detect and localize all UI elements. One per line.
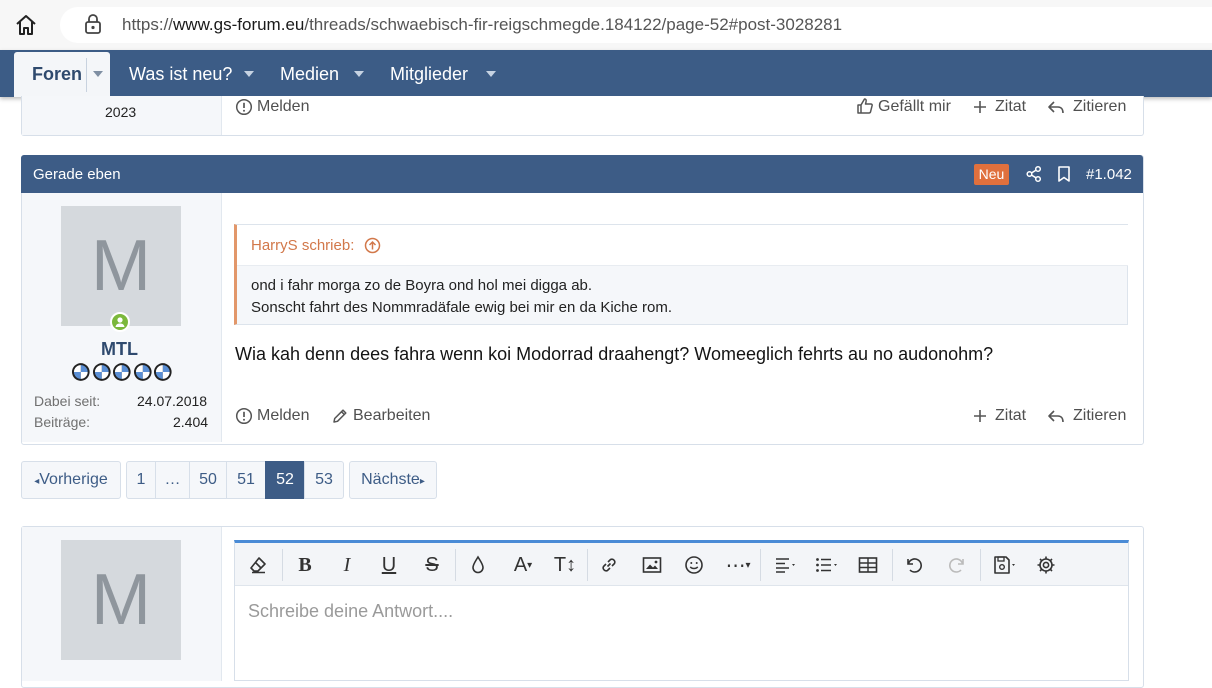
- bookmark-icon[interactable]: [1055, 165, 1073, 183]
- quote-line: ond i fahr morga zo de Boyra ond hol mei…: [251, 277, 593, 294]
- rank-badge-icon: [71, 363, 90, 381]
- reply-input[interactable]: Schreibe deine Antwort....: [248, 601, 453, 622]
- nav-item-members[interactable]: Mitglieder: [390, 64, 468, 85]
- toolbar-divider: [587, 549, 588, 581]
- pencil-icon[interactable]: [331, 407, 349, 425]
- toolbar-divider: [282, 549, 283, 581]
- nav-item-whats-new[interactable]: Was ist neu?: [129, 64, 232, 85]
- rank-badge-icon: [154, 363, 172, 381]
- chevron-down-icon[interactable]: [486, 71, 496, 77]
- page-link[interactable]: 51: [226, 461, 266, 499]
- chevron-down-icon[interactable]: [93, 71, 103, 77]
- current-page[interactable]: 52: [265, 461, 305, 499]
- share-icon[interactable]: [1025, 165, 1043, 183]
- save-draft-icon[interactable]: [987, 552, 1023, 578]
- nav-item-media[interactable]: Medien: [280, 64, 339, 85]
- rank-badge-icon: [92, 363, 111, 381]
- chevron-down-icon[interactable]: [244, 71, 254, 77]
- quote-line: Sonscht fahrt des Nommradäfale ewig bei …: [251, 299, 673, 316]
- more-options-icon[interactable]: ⋯ ▾: [720, 552, 756, 578]
- like-link[interactable]: Gefällt mir: [878, 98, 951, 116]
- thumbs-up-icon[interactable]: [856, 97, 874, 115]
- previous-page-label: Vorherige: [39, 471, 108, 488]
- report-link[interactable]: Melden: [257, 98, 309, 116]
- new-badge: Neu: [974, 164, 1009, 185]
- post-time[interactable]: Gerade eben: [33, 166, 121, 183]
- username[interactable]: MTL: [101, 339, 138, 360]
- joined-value: 24.07.2018: [137, 393, 208, 409]
- avatar[interactable]: M: [61, 540, 181, 660]
- rank-badge-icon: [133, 363, 152, 381]
- toolbar-divider: [455, 549, 456, 581]
- reply-link[interactable]: Zitieren: [1073, 407, 1126, 425]
- joined-label: Dabei seit:: [34, 393, 101, 409]
- home-icon[interactable]: [14, 13, 38, 37]
- online-status-icon: [110, 312, 130, 332]
- posts-label: Beiträge:: [34, 414, 91, 430]
- table-icon[interactable]: [855, 552, 881, 578]
- image-icon[interactable]: [639, 552, 665, 578]
- page-link[interactable]: 53: [304, 461, 344, 499]
- clear-formatting-icon[interactable]: [245, 552, 271, 578]
- toolbar-divider: [760, 549, 761, 581]
- avatar[interactable]: M: [61, 206, 181, 326]
- reply-link[interactable]: Zitieren: [1073, 98, 1126, 116]
- previous-page-button[interactable]: ◂Vorherige: [21, 461, 121, 499]
- toolbar-divider: [980, 549, 981, 581]
- align-icon[interactable]: [768, 552, 804, 578]
- report-link[interactable]: Melden: [257, 407, 309, 425]
- reply-icon[interactable]: [1047, 407, 1065, 425]
- page-link[interactable]: 50: [189, 461, 227, 499]
- next-page-label: Nächste: [361, 471, 420, 488]
- expand-quote-icon[interactable]: [364, 237, 381, 259]
- add-quote-link[interactable]: Zitat: [995, 407, 1026, 425]
- plus-icon[interactable]: [971, 98, 989, 116]
- font-family-icon[interactable]: A ▾: [505, 552, 541, 578]
- italic-icon[interactable]: I: [334, 552, 360, 578]
- posts-count[interactable]: 2.404: [173, 414, 208, 430]
- next-page-button[interactable]: Nächste▸: [349, 461, 437, 499]
- undo-icon[interactable]: [901, 552, 927, 578]
- editor-toolbar: B I U S A ▾ T↕ ⋯ ▾: [235, 543, 1128, 586]
- redo-icon: [944, 552, 970, 578]
- reply-icon[interactable]: [1047, 98, 1065, 116]
- underline-icon[interactable]: U: [376, 552, 402, 578]
- toolbar-divider: [892, 549, 893, 581]
- previous-post-user-year: 2023: [105, 104, 137, 120]
- user-rank-badges: [71, 362, 173, 382]
- link-icon[interactable]: [596, 552, 622, 578]
- plus-icon[interactable]: [971, 407, 989, 425]
- list-icon[interactable]: [809, 552, 845, 578]
- bold-icon[interactable]: B: [292, 552, 318, 578]
- strikethrough-icon[interactable]: S: [419, 552, 445, 578]
- post-body: Wia kah denn dees fahra wenn koi Modorra…: [235, 344, 994, 364]
- post-number[interactable]: #1.042: [1086, 166, 1132, 183]
- lock-icon[interactable]: [84, 14, 102, 34]
- text-color-icon[interactable]: [465, 552, 491, 578]
- gear-icon[interactable]: [1033, 552, 1059, 578]
- edit-link[interactable]: Bearbeiten: [353, 407, 430, 425]
- reply-editor: B I U S A ▾ T↕ ⋯ ▾ Schreibe deine Antwor…: [234, 540, 1129, 681]
- font-size-icon[interactable]: T↕: [547, 552, 583, 578]
- add-quote-link[interactable]: Zitat: [995, 98, 1026, 116]
- tab-foren-label[interactable]: Foren: [32, 64, 82, 85]
- quote-block: HarryS schrieb: ond i fahr morga zo de B…: [234, 224, 1128, 325]
- quote-author[interactable]: HarryS schrieb:: [251, 237, 354, 254]
- report-icon[interactable]: [235, 407, 253, 425]
- chevron-down-icon[interactable]: [354, 71, 364, 77]
- report-icon[interactable]: [235, 98, 253, 116]
- rank-badge-icon: [113, 363, 131, 381]
- page-link[interactable]: 1: [126, 461, 156, 499]
- smiley-icon[interactable]: [681, 552, 707, 578]
- page-ellipsis[interactable]: …: [155, 461, 190, 499]
- tab-divider: [86, 58, 87, 92]
- url-text[interactable]: https://www.gs-forum.eu/threads/schwaebi…: [122, 15, 842, 35]
